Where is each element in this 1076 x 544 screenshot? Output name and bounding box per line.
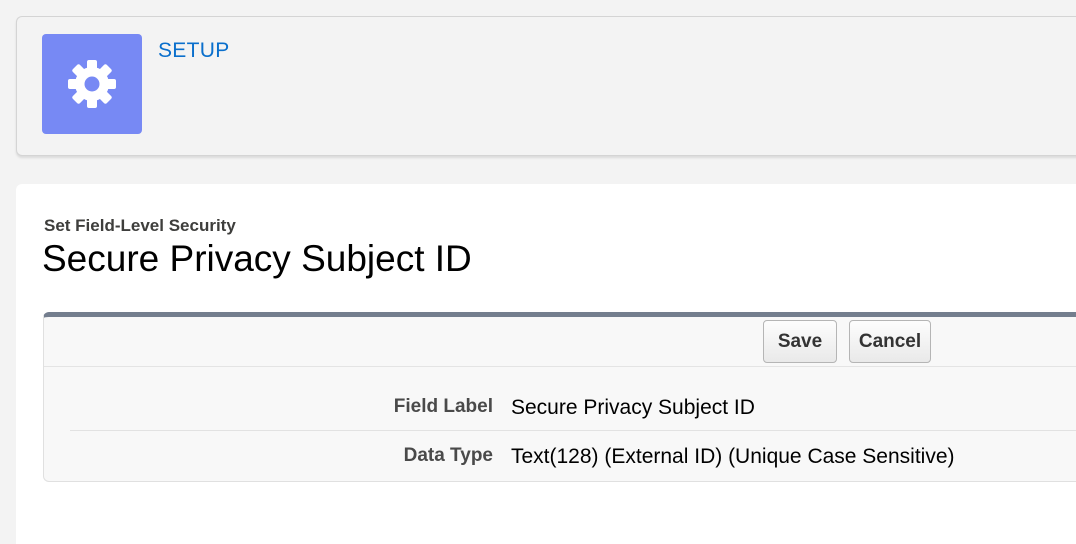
field-label-label: Field Label xyxy=(393,396,493,417)
field-label-value: Secure Privacy Subject ID xyxy=(511,396,755,419)
gear-icon-graphic xyxy=(68,60,116,108)
field-row-label: Field Label Secure Privacy Subject ID xyxy=(70,383,1076,431)
setup-header: SETUP xyxy=(16,16,1076,156)
cancel-button[interactable]: Cancel xyxy=(849,320,931,363)
field-detail-block: Save Cancel Field Label Secure Privacy S… xyxy=(43,312,1076,482)
data-type-value: Text(128) (External ID) (Unique Case Sen… xyxy=(511,445,955,468)
data-type-label: Data Type xyxy=(403,445,493,466)
field-row-data-type: Data Type Text(128) (External ID) (Uniqu… xyxy=(70,433,1076,473)
page-title: Secure Privacy Subject ID xyxy=(42,238,472,279)
content-card: Set Field-Level Security Secure Privacy … xyxy=(16,184,1076,544)
page-subtitle: Set Field-Level Security xyxy=(44,216,236,235)
button-bar: Save Cancel xyxy=(44,317,1076,367)
setup-title[interactable]: SETUP xyxy=(158,39,230,63)
save-button[interactable]: Save xyxy=(763,320,837,363)
gear-icon xyxy=(42,34,142,134)
